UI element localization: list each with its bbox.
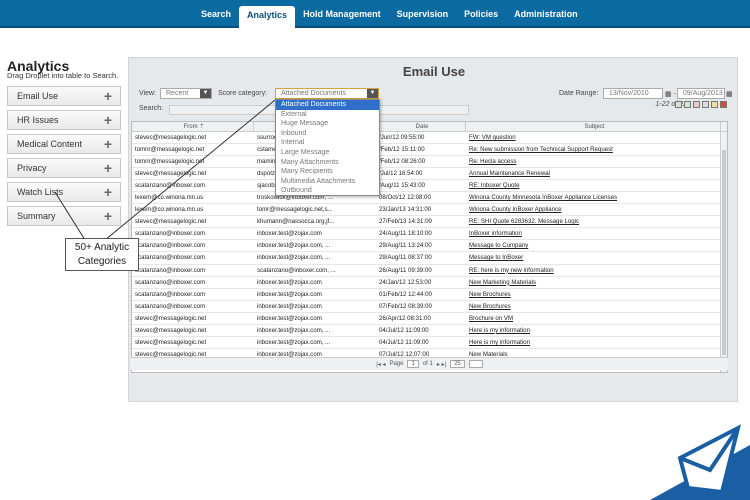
callout-line2: Categories: [77, 256, 127, 267]
callout-line1: 50+ Analytic: [74, 242, 130, 253]
envelope-logo-icon: [650, 424, 750, 500]
callout-line-dropdown: [104, 99, 276, 241]
callout-box: 50+ Analytic Categories: [65, 238, 139, 271]
callout-line-watch-lists: [54, 191, 86, 241]
